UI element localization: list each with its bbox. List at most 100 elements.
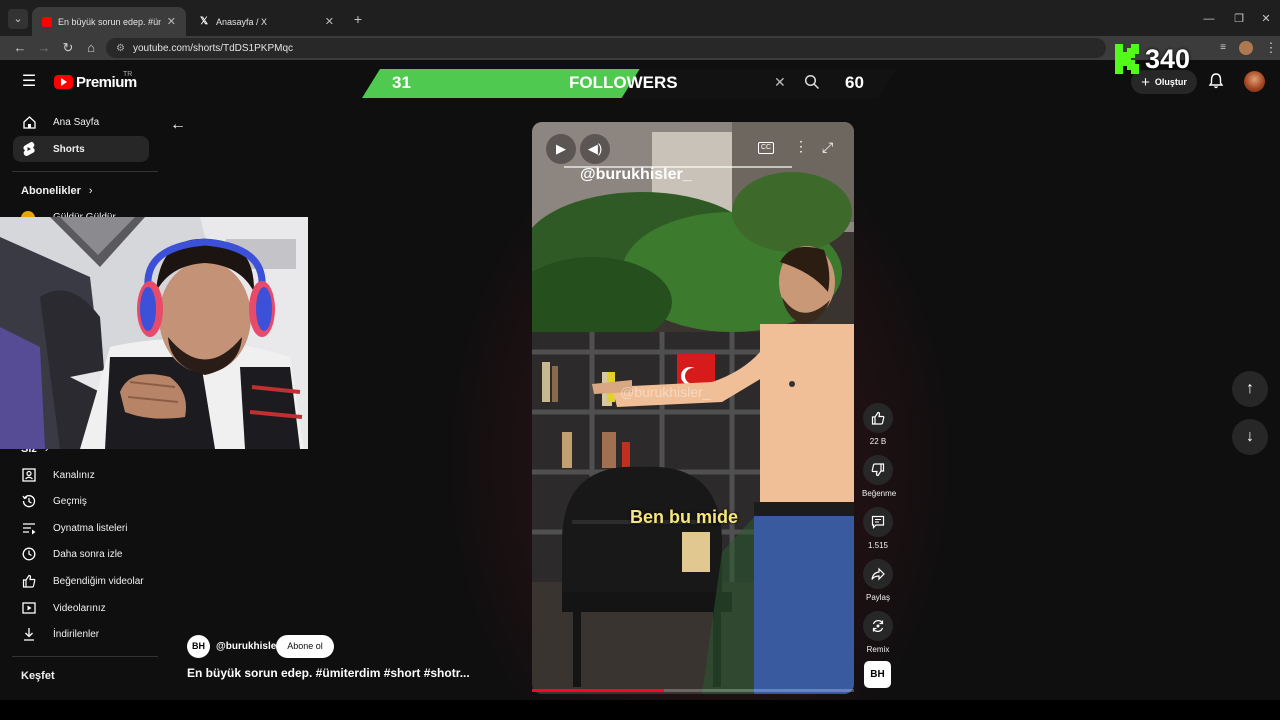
comment-icon[interactable] <box>863 507 893 537</box>
play-icon[interactable]: ▶ <box>546 134 576 164</box>
channel-handle[interactable]: @burukhisler <box>216 641 280 652</box>
tab-search-icon[interactable]: ⌄ <box>8 9 28 29</box>
follower-label: FOLLOWERS <box>569 73 678 92</box>
avatar[interactable] <box>1244 71 1265 92</box>
sidebar-item-your-videos[interactable]: Videolarınız <box>13 595 149 621</box>
sidebar-item-history[interactable]: Geçmiş <box>13 488 149 514</box>
sidebar-item-playlists[interactable]: Oynatma listeleri <box>13 515 149 541</box>
sidebar-item-label: Kanalınız <box>53 469 95 481</box>
chevron-right-icon: › <box>88 185 93 197</box>
sidebar-item-liked[interactable]: Beğendiğim videolar <box>13 568 149 594</box>
dislike-action[interactable]: Beğenme <box>862 455 897 498</box>
kick-count: 340 <box>1145 44 1191 74</box>
webcam-overlay <box>0 217 308 449</box>
media-icon[interactable]: ≡ <box>1214 39 1232 57</box>
video-watermark: @burukhisler_ <box>580 166 692 183</box>
forward-icon[interactable]: → <box>35 39 53 57</box>
sidebar-item-home[interactable]: Ana Sayfa <box>13 109 149 135</box>
share-icon[interactable] <box>863 559 893 589</box>
minimize-icon[interactable]: — <box>1199 9 1219 29</box>
search-icon[interactable] <box>804 74 820 95</box>
like-count: 22 B <box>869 437 887 446</box>
playlists-icon <box>21 520 37 536</box>
remix-label: Remix <box>866 645 890 654</box>
tab-title: Anasayfa / X <box>216 16 268 27</box>
sidebar-item-downloads[interactable]: İndirilenler <box>13 621 149 647</box>
comment-count: 1.515 <box>867 541 889 550</box>
reload-icon[interactable]: ↻ <box>59 39 77 57</box>
fullscreen-icon[interactable]: ⤢ <box>822 139 833 156</box>
sound-thumbnail[interactable]: BH <box>864 661 891 688</box>
youtube-logo-icon[interactable] <box>54 75 73 89</box>
subscribe-button[interactable]: Abone ol <box>276 635 334 658</box>
previous-short-button[interactable]: ↑ <box>1232 371 1268 407</box>
video-progress-fill <box>532 689 665 692</box>
sidebar-item-label: Oynatma listeleri <box>53 522 128 534</box>
home-icon <box>21 114 37 130</box>
divider <box>12 171 158 172</box>
kick-counter-badge: 340 <box>1115 44 1195 74</box>
captions-icon[interactable]: CC <box>758 142 774 154</box>
close-icon[interactable]: ✕ <box>1256 9 1276 29</box>
sidebar-item-shorts[interactable]: Shorts <box>13 136 149 162</box>
menu-dots-icon[interactable]: ⋮ <box>1262 39 1280 57</box>
video-caption: Ben bu mide <box>630 507 739 527</box>
back-icon[interactable]: ← <box>11 39 29 57</box>
url-text: youtube.com/shorts/TdDS1PKPMqc <box>132 42 294 54</box>
watch-later-icon <box>21 546 37 562</box>
menu-icon[interactable]: ☰ <box>20 73 38 91</box>
new-tab-button[interactable]: + <box>348 9 368 29</box>
sidebar-item-label: Geçmiş <box>53 495 87 507</box>
channel-icon <box>21 467 37 483</box>
logo-region: TR <box>123 71 133 78</box>
shorts-player[interactable]: ▶ ◀) CC ⋮ ⤢ <box>532 122 854 694</box>
dislike-label: Beğenme <box>862 489 897 498</box>
sidebar-item-watch-later[interactable]: Daha sonra izle <box>13 541 149 567</box>
site-info-icon[interactable]: ⚙ <box>116 43 125 54</box>
clear-icon[interactable]: ✕ <box>774 74 786 91</box>
bell-icon[interactable] <box>1207 72 1225 90</box>
share-action[interactable]: Paylaş <box>862 559 894 602</box>
sidebar-item-label: Beğendiğim videolar <box>53 575 144 587</box>
x-favicon-icon: 𝕏 <box>200 15 209 27</box>
close-tab-icon[interactable]: ✕ <box>167 15 176 28</box>
remix-icon[interactable] <box>863 611 893 641</box>
comment-action[interactable]: 1.515 <box>862 507 894 550</box>
remix-action[interactable]: Remix <box>862 611 894 654</box>
back-arrow-icon[interactable]: ← <box>170 116 188 134</box>
profile-avatar[interactable] <box>1239 41 1253 55</box>
close-tab-icon[interactable]: ✕ <box>325 15 334 28</box>
video-progress-bar[interactable] <box>532 689 854 692</box>
sidebar-item-label: Videolarınız <box>53 602 106 614</box>
restore-icon[interactable]: ❐ <box>1229 9 1249 29</box>
tab-x[interactable]: 𝕏 Anasayfa / X ✕ <box>190 7 344 36</box>
shorts-icon <box>21 141 37 157</box>
volume-icon[interactable]: ◀) <box>580 134 610 164</box>
your-videos-icon <box>21 600 37 616</box>
tab-youtube[interactable]: En büyük sorun edep. #ümiterdi ✕ <box>32 7 186 36</box>
home-icon[interactable]: ⌂ <box>82 39 100 57</box>
sidebar-item-label: İndirilenler <box>53 628 100 640</box>
more-options-icon[interactable]: ⋮ <box>794 138 808 155</box>
thumbs-down-icon[interactable] <box>863 455 893 485</box>
follower-current: 31 <box>392 73 411 92</box>
liked-icon <box>21 573 37 589</box>
video-frame <box>532 122 854 694</box>
channel-avatar[interactable]: BH <box>187 635 210 658</box>
follower-goal-overlay: 31 FOLLOWERS 60 ✕ <box>362 69 896 98</box>
sidebar-item-label: Ana Sayfa <box>53 116 100 128</box>
next-short-button[interactable]: ↓ <box>1232 419 1268 455</box>
download-icon <box>21 626 37 642</box>
thumbs-up-icon[interactable] <box>863 403 893 433</box>
like-action[interactable]: 22 B <box>862 403 894 446</box>
address-bar[interactable]: ⚙ youtube.com/shorts/TdDS1PKPMqc <box>106 38 1106 58</box>
tab-title: En büyük sorun edep. #ümiterdi <box>58 16 161 27</box>
video-title[interactable]: En büyük sorun edep. #ümiterdim #short #… <box>187 666 470 680</box>
sidebar-item-label: Daha sonra izle <box>53 548 123 560</box>
history-icon <box>21 493 37 509</box>
subscriptions-heading[interactable]: Abonelikler › <box>21 185 93 197</box>
browser-tab-bar: ⌄ En büyük sorun edep. #ümiterdi ✕ 𝕏 Ana… <box>0 0 1280 36</box>
plus-icon: + <box>1141 73 1150 91</box>
sidebar-item-channel[interactable]: Kanalınız <box>13 462 149 488</box>
divider <box>12 656 158 657</box>
